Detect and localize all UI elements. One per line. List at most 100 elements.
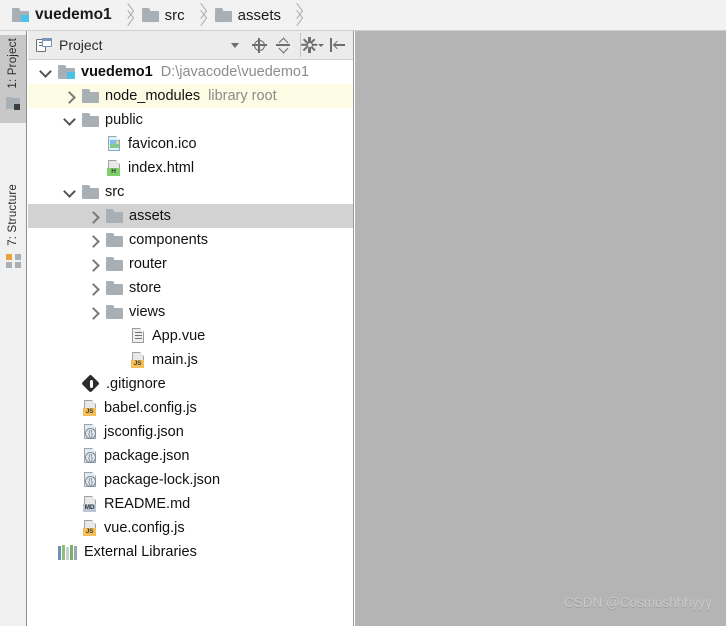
tree-row-label: External Libraries [84, 544, 197, 560]
idea-window: vuedemo1 src assets 1: Project 7: Structure… [0, 0, 726, 626]
tree-row-gitignore-file[interactable]: .gitignore [28, 372, 353, 396]
tree-row-babel-config-js[interactable]: JS babel.config.js [28, 396, 353, 420]
tree-row-app-vue[interactable]: App.vue [28, 324, 353, 348]
tool-tab-project[interactable]: 1: Project [0, 35, 26, 123]
tree-row-views-folder[interactable]: views [28, 300, 353, 324]
chevron-down-icon[interactable] [38, 65, 52, 79]
folder-icon [214, 8, 232, 22]
tree-row-public-folder[interactable]: public [28, 108, 353, 132]
folder-icon [106, 209, 123, 223]
arrow-spacer [62, 401, 76, 415]
folder-icon [82, 185, 99, 199]
chevron-right-icon[interactable] [86, 233, 100, 247]
tree-row-label: package-lock.json [104, 472, 221, 488]
arrow-spacer [38, 545, 52, 559]
tree-row-label: .gitignore [106, 376, 166, 392]
gear-icon [301, 37, 318, 53]
breadcrumb-item-assets[interactable]: assets [214, 7, 281, 24]
folder-icon [82, 113, 99, 127]
breadcrumb-item-label: vuedemo1 [35, 6, 112, 23]
tool-tab-structure[interactable]: 7: Structure [0, 181, 26, 289]
breadcrumb-separator-icon [121, 2, 137, 28]
json-file-icon [82, 472, 98, 488]
tree-row-router-folder[interactable]: router [28, 252, 353, 276]
tree-row-label: components [129, 232, 208, 248]
editor-area[interactable]: CSDN @Cosmoshhhyyy [355, 31, 726, 626]
arrow-spacer [86, 137, 100, 151]
tree-row-label: main.js [152, 352, 198, 368]
tree-row-favicon-ico[interactable]: favicon.ico [28, 132, 353, 156]
folder-project-icon [12, 8, 29, 22]
chevron-down-icon[interactable] [62, 113, 76, 127]
folder-icon [106, 233, 123, 247]
tree-row-label: favicon.ico [128, 136, 197, 152]
tree-row-package-json[interactable]: package.json [28, 444, 353, 468]
chevron-right-icon[interactable] [86, 209, 100, 223]
folder-project-icon [58, 65, 75, 79]
git-file-icon [81, 374, 100, 393]
tree-row-external-libraries[interactable]: External Libraries [28, 540, 353, 564]
tree-row-label: router [129, 256, 167, 272]
collapse-all-icon [276, 37, 290, 53]
tree-row-project-root[interactable]: vuedemo1 D:\javacode\vuedemo1 [28, 60, 353, 84]
chevron-right-icon[interactable] [86, 257, 100, 271]
project-toolbar [223, 33, 349, 57]
folder-icon [141, 8, 159, 22]
tree-row-readme-md[interactable]: MD README.md [28, 492, 353, 516]
tree-row-label: store [129, 280, 162, 296]
chevron-right-icon[interactable] [86, 305, 100, 319]
chevron-down-icon [318, 43, 324, 47]
hide-panel-icon [329, 38, 345, 52]
chevron-right-icon[interactable] [86, 281, 100, 295]
tree-row-label: vue.config.js [104, 520, 185, 536]
tree-row-label: views [129, 304, 166, 320]
tree-row-main-js[interactable]: JS main.js [28, 348, 353, 372]
arrow-spacer [62, 449, 76, 463]
folder-icon [106, 257, 123, 271]
tree-row-label: jsconfig.json [104, 424, 184, 440]
tree-row-package-lock-json[interactable]: package-lock.json [28, 468, 353, 492]
chevron-right-icon[interactable] [62, 89, 76, 103]
tree-row-src-folder[interactable]: src [28, 180, 353, 204]
tool-tab-label: 1: Project [7, 38, 19, 89]
tree-row-store-folder[interactable]: store [28, 276, 353, 300]
chevron-down-icon[interactable] [62, 185, 76, 199]
tree-row-label: assets [129, 208, 171, 224]
tree-row-label: src [105, 184, 125, 200]
tree-row-index-html[interactable]: Hindex.html [28, 156, 353, 180]
project-window-icon [5, 96, 21, 110]
project-tool-window-header: Project [28, 31, 353, 60]
watermark: CSDN @Cosmoshhhyyy [564, 595, 712, 610]
tree-row-label: index.html [128, 160, 195, 176]
arrow-spacer [62, 521, 76, 535]
md-file-icon: MD [82, 496, 98, 512]
chevron-down-icon [231, 42, 239, 48]
scroll-from-source-button[interactable] [247, 33, 271, 57]
crosshair-locate-icon [251, 37, 267, 53]
project-tree[interactable]: vuedemo1 D:\javacode\vuedemo1 node_modules… [28, 60, 353, 625]
hide-panel-button[interactable] [325, 33, 349, 57]
tree-row-components-folder[interactable]: components [28, 228, 353, 252]
js-file-icon: JS [82, 520, 98, 536]
json-file-icon [82, 448, 98, 464]
arrow-spacer [62, 425, 76, 439]
tree-row-vue-config-js[interactable]: JS vue.config.js [28, 516, 353, 540]
arrow-spacer [62, 497, 76, 511]
breadcrumb-item-src[interactable]: src [141, 6, 185, 24]
tree-row-label: App.vue [152, 328, 206, 344]
external-libraries-icon [58, 544, 78, 560]
collapse-all-button[interactable] [271, 33, 295, 57]
tree-row-assets-folder[interactable]: assets [28, 204, 353, 228]
tree-row-label: node_modules [105, 88, 201, 104]
breadcrumb-separator-icon [290, 2, 306, 28]
breadcrumb-item-label: src [164, 6, 185, 24]
settings-button[interactable] [300, 33, 325, 57]
tool-tab-label: 7: Structure [7, 184, 19, 246]
html-file-icon: H [106, 160, 122, 176]
breadcrumb-separator-icon [194, 2, 210, 28]
breadcrumb-item-vuedemo1[interactable]: vuedemo1 [12, 6, 112, 24]
tree-row-jsconfig-json[interactable]: jsconfig.json [28, 420, 353, 444]
view-options-dropdown[interactable] [223, 33, 247, 57]
tree-row-node-modules[interactable]: node_modules library root [28, 84, 353, 108]
arrow-spacer [110, 329, 124, 343]
